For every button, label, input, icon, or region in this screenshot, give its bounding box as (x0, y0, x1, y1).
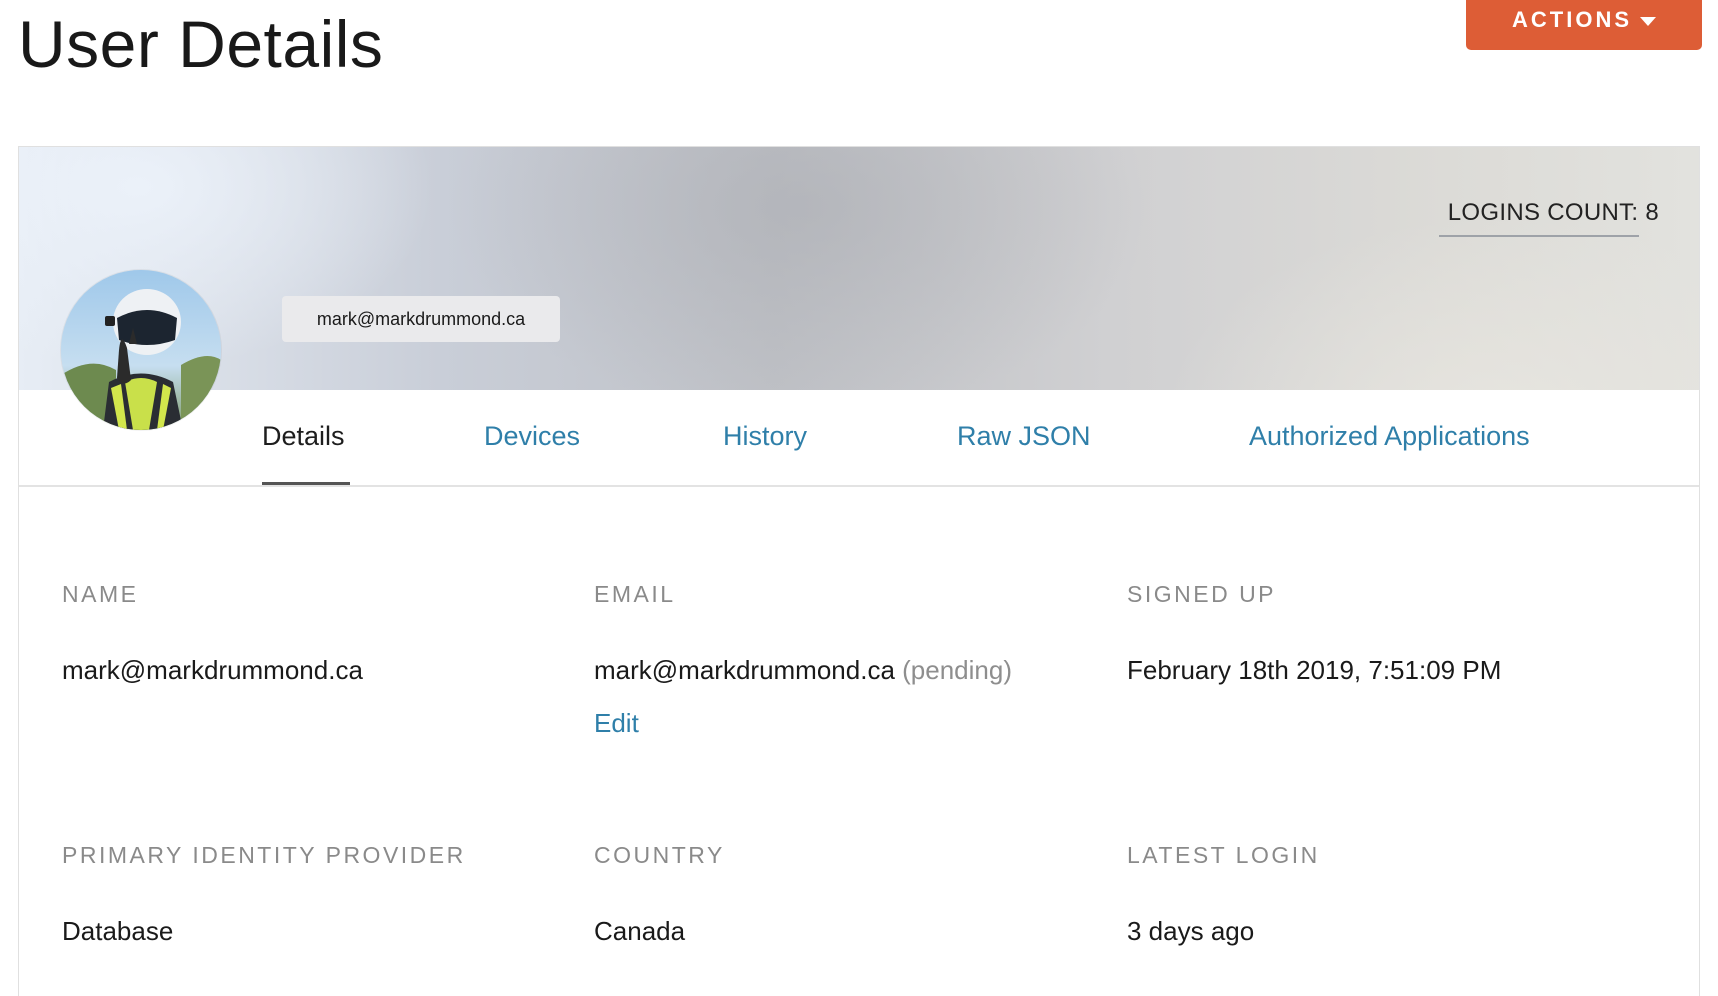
edit-email-link[interactable]: Edit (594, 708, 639, 739)
user-details-page: User Details ACTIONS LOGINS COUNT: 8 mar… (0, 0, 1718, 996)
tab-history[interactable]: History (723, 421, 807, 452)
country-label: COUNTRY (594, 842, 725, 868)
email-verification-status: (pending) (902, 655, 1012, 685)
name-label: NAME (62, 581, 139, 607)
page-title: User Details (18, 7, 384, 81)
name-value: mark@markdrummond.ca (62, 655, 363, 685)
chevron-down-icon (1640, 16, 1656, 26)
email-address: mark@markdrummond.ca (594, 655, 895, 685)
logins-count-value: 8 (1645, 199, 1659, 226)
primary-identity-provider-value: Database (62, 916, 174, 946)
tab-devices[interactable]: Devices (484, 421, 580, 452)
user-profile-card: LOGINS COUNT: 8 mark@markdrummond.ca Det… (18, 146, 1700, 996)
email-value: mark@markdrummond.ca (pending) (594, 655, 1012, 686)
logins-count: LOGINS COUNT: 8 (1448, 199, 1659, 227)
logins-count-label: LOGINS COUNT: (1447, 199, 1639, 226)
tab-details[interactable]: Details (262, 421, 345, 452)
latest-login-value: 3 days ago (1127, 916, 1255, 946)
avatar-photo (61, 270, 221, 430)
email-label: EMAIL (594, 581, 676, 607)
primary-identity-provider-label: PRIMARY IDENTITY PROVIDER (62, 842, 466, 868)
profile-banner: LOGINS COUNT: 8 mark@markdrummond.ca (19, 147, 1699, 390)
country-value: Canada (594, 916, 686, 946)
actions-button[interactable]: ACTIONS (1466, 0, 1702, 50)
active-tab-indicator (262, 482, 350, 485)
logins-count-underline (1439, 235, 1639, 237)
latest-login-label: LATEST LOGIN (1127, 842, 1320, 868)
tab-raw-json[interactable]: Raw JSON (957, 421, 1091, 452)
signed-up-label: SIGNED UP (1127, 581, 1277, 607)
tab-authorized-applications[interactable]: Authorized Applications (1249, 421, 1530, 452)
user-email-chip: mark@markdrummond.ca (282, 296, 560, 342)
signed-up-value: February 18th 2019, 7:51:09 PM (1127, 655, 1502, 685)
avatar (61, 270, 221, 430)
actions-button-label: ACTIONS (1512, 7, 1632, 32)
tab-bar: Details Devices History Raw JSON Authori… (19, 390, 1699, 487)
